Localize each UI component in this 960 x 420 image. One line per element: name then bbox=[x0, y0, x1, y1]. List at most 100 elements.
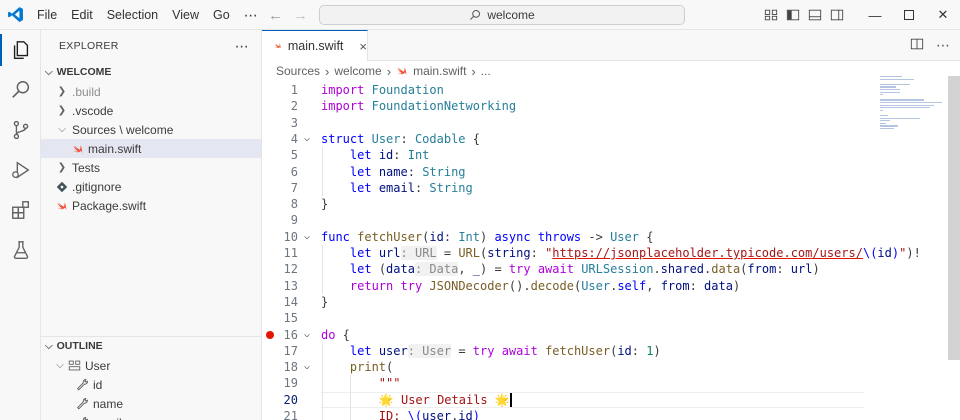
tree-item-label: .build bbox=[72, 84, 101, 99]
close-window-icon[interactable]: ✕ bbox=[926, 0, 960, 30]
search-icon bbox=[470, 10, 481, 20]
line-number: 11 bbox=[283, 246, 298, 260]
minimap-line bbox=[880, 115, 888, 117]
breadcrumb-item[interactable]: main.swift bbox=[413, 64, 466, 78]
breadcrumb-item[interactable]: ... bbox=[481, 64, 491, 78]
minimize-icon[interactable]: — bbox=[858, 0, 892, 30]
indent-guide bbox=[322, 342, 323, 420]
property-symbol-icon bbox=[75, 378, 89, 391]
source-control-icon[interactable] bbox=[0, 110, 41, 150]
code-line[interactable]: 4 ⌵ struct User: Codable { bbox=[262, 131, 946, 147]
back-arrow-icon[interactable]: ← bbox=[268, 7, 283, 24]
code-line[interactable]: 10 ⌵ func fetchUser(id: Int) async throws … bbox=[262, 229, 946, 245]
workspace-folder-header[interactable]: ⌵ WELCOME bbox=[41, 62, 261, 82]
code-line[interactable]: 2 import FoundationNetworking bbox=[262, 98, 946, 114]
tree-folder[interactable]: ❯ .build bbox=[41, 82, 261, 101]
menu-edit[interactable]: Edit bbox=[64, 0, 100, 30]
code-line[interactable]: 14} bbox=[262, 294, 946, 310]
workspace-name: WELCOME bbox=[56, 66, 112, 78]
tab-main-swift[interactable]: main.swift × bbox=[262, 30, 368, 61]
code-line[interactable]: 18 ⌵ print( bbox=[262, 359, 946, 375]
tree-folder[interactable]: ❯ Tests bbox=[41, 158, 261, 177]
chevron-down-icon[interactable]: ⌵ bbox=[304, 229, 310, 245]
tree-file[interactable]: Package.swift bbox=[41, 196, 261, 215]
code-text: import Foundation bbox=[321, 83, 444, 97]
line-number: 15 bbox=[283, 311, 298, 326]
more-actions-icon[interactable]: ⋯ bbox=[936, 37, 950, 54]
forward-arrow-icon[interactable]: → bbox=[293, 7, 308, 24]
tree-folder[interactable]: ❯ .vscode bbox=[41, 101, 261, 120]
code-line[interactable]: 15 bbox=[262, 310, 946, 326]
tree-file[interactable]: .gitignore bbox=[41, 177, 261, 196]
outline-title: OUTLINE bbox=[56, 340, 103, 352]
menu-file[interactable]: File bbox=[30, 0, 64, 30]
code-line[interactable]: 12 let (data: Data, _) = try await URLSe… bbox=[262, 261, 946, 277]
maximize-icon[interactable] bbox=[892, 0, 926, 30]
code-text: let email: String bbox=[349, 180, 473, 195]
code-line[interactable]: 1 import Foundation bbox=[262, 82, 946, 98]
code-line[interactable]: 13 return try JSONDecoder().decode(User.… bbox=[262, 278, 946, 294]
toggle-panel-icon[interactable] bbox=[804, 0, 826, 30]
breadcrumb-item[interactable]: welcome bbox=[334, 64, 381, 78]
code-text: let user: User = try await fetchUser(id:… bbox=[349, 343, 661, 358]
tab-bar: main.swift × ⋯ bbox=[262, 30, 960, 61]
search-view-icon[interactable] bbox=[0, 70, 41, 110]
code-line[interactable]: 3 bbox=[262, 115, 946, 131]
chevron-down-icon[interactable]: ⌵ bbox=[304, 327, 310, 343]
line-number: 6 bbox=[290, 164, 298, 179]
code-line[interactable]: 17 let user: User = try await fetchUser(… bbox=[262, 343, 946, 359]
code-line[interactable]: 6 let name: String bbox=[262, 164, 946, 180]
menu-go[interactable]: Go bbox=[206, 0, 237, 30]
minimap-line bbox=[880, 94, 883, 96]
swift-file-icon bbox=[71, 143, 85, 155]
code-line[interactable]: 9 bbox=[262, 212, 946, 228]
minimap-line bbox=[880, 76, 902, 78]
explorer-more-icon[interactable]: ⋯ bbox=[235, 38, 249, 55]
code-line[interactable]: 16 ⌵ do { bbox=[262, 327, 946, 343]
testing-flask-icon[interactable] bbox=[0, 230, 41, 270]
chevron-down-icon[interactable]: ⌵ bbox=[304, 131, 310, 147]
line-number: 16 bbox=[283, 327, 298, 342]
code-line[interactable]: 21 ID: \(user.id) bbox=[262, 408, 946, 420]
split-editor-icon[interactable] bbox=[910, 37, 924, 54]
tree-item-label: main.swift bbox=[88, 141, 142, 156]
menu-selection[interactable]: Selection bbox=[100, 0, 165, 30]
run-and-debug-icon[interactable] bbox=[0, 150, 41, 190]
outline-item[interactable]: email bbox=[41, 413, 262, 420]
code-line[interactable]: 11 let url: URL = URL(string: "https://j… bbox=[262, 245, 946, 261]
code-text: let (data: Data, _) = try await URLSessi… bbox=[349, 262, 820, 277]
explorer-icon[interactable] bbox=[0, 30, 41, 70]
command-center-search[interactable]: welcome bbox=[319, 5, 685, 25]
code-line[interactable]: 20 🌟 User Details 🌟 bbox=[262, 391, 946, 408]
vscode-logo-icon[interactable] bbox=[0, 0, 30, 30]
extensions-icon[interactable] bbox=[0, 190, 41, 230]
customize-layout-icon[interactable] bbox=[760, 0, 782, 30]
toggle-primary-sidebar-icon[interactable] bbox=[782, 0, 804, 30]
breadcrumb-item[interactable]: Sources bbox=[276, 64, 320, 78]
menu-view[interactable]: View bbox=[165, 0, 206, 30]
line-number: 1 bbox=[290, 83, 298, 97]
vertical-scrollbar[interactable] bbox=[948, 76, 960, 360]
breadcrumb-separator-icon: › bbox=[325, 63, 330, 79]
outline-item[interactable]: ⌵ User bbox=[41, 356, 262, 375]
tree-file[interactable]: main.swift bbox=[41, 139, 261, 158]
line-number: 8 bbox=[290, 197, 298, 212]
minimap-line bbox=[880, 104, 934, 106]
file-tree: ❯ .build ❯ .vscode ⌵ Sources \ welcome main.sw… bbox=[41, 82, 261, 215]
outline-item[interactable]: id bbox=[41, 375, 262, 394]
code-editor[interactable]: 1 import Foundation 2 import FoundationNetw… bbox=[262, 82, 960, 420]
code-line[interactable]: 8} bbox=[262, 196, 946, 212]
chevron-down-icon[interactable]: ⌵ bbox=[304, 359, 310, 375]
tree-item-label: Tests bbox=[72, 160, 101, 175]
code-line[interactable]: 5 let id: Int bbox=[262, 147, 946, 163]
code-line[interactable]: 19 """ bbox=[262, 375, 946, 391]
toggle-secondary-sidebar-icon[interactable] bbox=[826, 0, 848, 30]
code-line[interactable]: 7 let email: String bbox=[262, 180, 946, 196]
outline-header[interactable]: ⌵ OUTLINE bbox=[41, 336, 262, 356]
tree-folder[interactable]: ⌵ Sources \ welcome bbox=[41, 120, 261, 139]
menu-more-icon[interactable]: ⋯ bbox=[237, 0, 265, 30]
code-text: let name: String bbox=[349, 164, 466, 179]
outline-item[interactable]: name bbox=[41, 394, 262, 413]
minimap[interactable] bbox=[874, 76, 946, 136]
close-tab-icon[interactable]: × bbox=[359, 39, 367, 54]
